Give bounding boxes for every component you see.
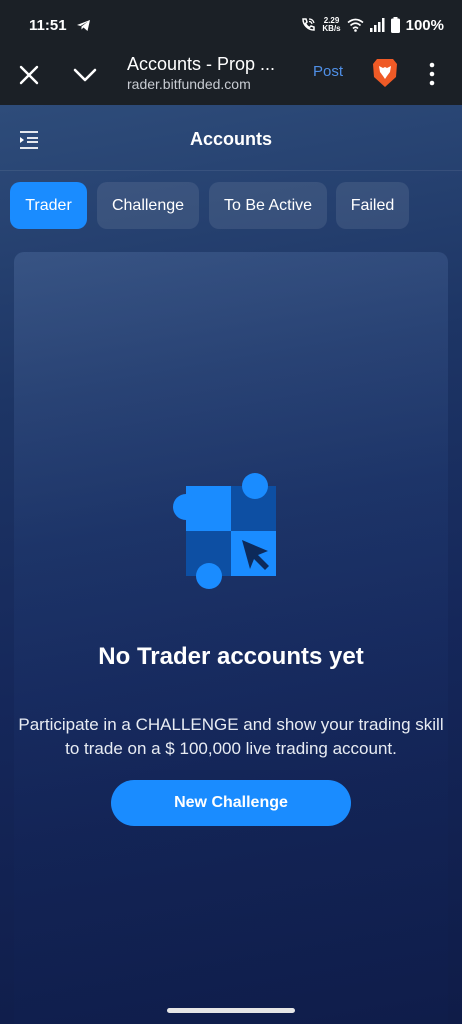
chevron-down-icon[interactable]	[72, 62, 98, 88]
close-icon[interactable]	[16, 62, 42, 88]
empty-state-card	[14, 252, 448, 1024]
wifi-call-icon	[302, 18, 316, 31]
status-bar: 11:51 2.29 KB/s 100%	[0, 0, 462, 50]
browser-toolbar: Accounts - Prop ... rader.bitfunded.com …	[0, 50, 462, 105]
browser-page-info[interactable]: Accounts - Prop ... rader.bitfunded.com	[127, 54, 297, 92]
browser-url: rader.bitfunded.com	[127, 76, 251, 92]
more-vert-icon[interactable]	[424, 60, 440, 88]
status-time: 11:51	[29, 16, 67, 34]
checker-cursor-illustration-icon	[173, 473, 276, 589]
brave-lion-icon[interactable]	[370, 57, 400, 89]
tab-failed[interactable]: Failed	[336, 182, 409, 229]
browser-page-title: Accounts - Prop ...	[127, 54, 276, 74]
empty-state-description: Participate in a CHALLENGE and show your…	[18, 715, 444, 758]
post-button[interactable]: Post	[313, 63, 343, 80]
home-indicator[interactable]	[167, 1008, 295, 1013]
net-speed: 2.29 KB/s	[322, 17, 340, 33]
new-challenge-button[interactable]: New Challenge	[111, 780, 351, 826]
empty-state-title: No Trader accounts yet	[98, 643, 364, 670]
app-header: Accounts	[0, 105, 462, 171]
page-title: Accounts	[189, 129, 272, 149]
battery-percent: 100%	[405, 16, 444, 34]
signal-icon	[369, 18, 385, 32]
battery-icon	[390, 17, 400, 33]
tab-trader[interactable]: Trader	[10, 182, 87, 229]
telegram-icon	[76, 19, 90, 31]
net-speed-unit: KB/s	[322, 24, 341, 33]
wifi-icon	[347, 18, 364, 32]
page-content: Accounts Trader Challenge To Be Active F…	[0, 105, 462, 1024]
tab-challenge[interactable]: Challenge	[97, 182, 199, 229]
tab-to-be-active[interactable]: To Be Active	[209, 182, 327, 229]
